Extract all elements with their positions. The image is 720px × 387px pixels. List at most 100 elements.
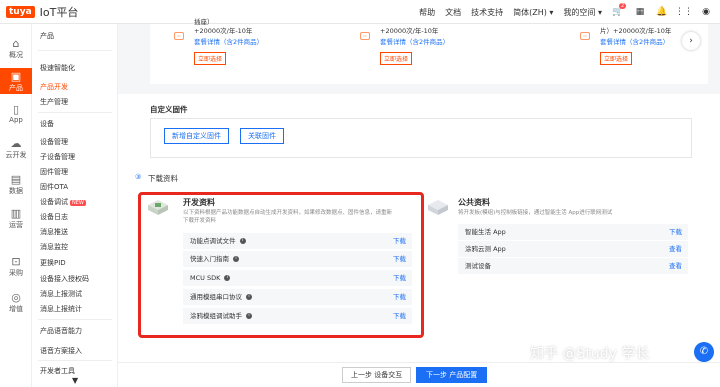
iconbar-overview[interactable]: ⌂ 概况 [0,38,32,62]
sidebar-item-push[interactable]: 消息推送 [40,227,68,237]
iconbar-app[interactable]: ▯ App [0,104,32,128]
package-card-1: ▭ 插座） +20000次/年-10年 套餐详情（含2件商品） 立即选择 [174,18,263,88]
download-link[interactable]: 下载 [393,233,406,249]
chat-support-icon[interactable]: ✆ [694,342,714,362]
dev-doc-row: 快速入门指南 i 下载 [183,251,412,267]
public-docs-title: 公共资料 [458,198,490,207]
public-docs-desc: 将开发板(模组)与控制板链接，通过智能生活 App进行联网测试 [458,210,613,216]
nav-docs[interactable]: 文档 [445,7,461,18]
iconbar-cloud[interactable]: ☁ 云开发 [0,138,32,162]
sidebar-item-device-mgmt[interactable]: 设备管理 [40,137,68,147]
chart-icon: ▤ [10,173,22,186]
sidebar-section-tools[interactable]: 开发者工具 [40,366,75,376]
dev-docs-cube-icon [148,200,168,215]
prev-step-button[interactable]: 上一步 设备交互 [342,367,412,383]
icon-bar: ⌂ 概况 ▣ 产品 ▯ App ☁ 云开发 ▤ 数据 ▥ 运营 ⊡ 采购 ◎ 增值 [0,24,32,387]
sidebar-item-production[interactable]: 生产管理 [40,97,68,107]
sidebar: 产品 极速智能化 产品开发 生产管理 设备 设备管理 子设备管理 固件管理 固件… [32,24,118,387]
language-select[interactable]: 简体(ZH) ▾ [513,7,553,18]
sidebar-section-speed[interactable]: 极速智能化 [40,63,75,73]
package-chip-icon: ▭ [360,32,370,40]
package-card-3: ▭ 片）+20000次/年-10年 套餐详情（含2件商品） 立即选择 [580,27,671,97]
sidebar-section-device[interactable]: 设备 [40,119,54,129]
top-bar: tuya IoT平台 帮助 文档 技术支持 简体(ZH) ▾ 我的空间 ▾ 🛒 2… [0,0,720,24]
link-firmware-button[interactable]: 关联固件 [240,128,284,144]
apps-icon[interactable]: ⋮⋮ [675,6,693,18]
sidebar-item-log[interactable]: 设备日志 [40,212,68,222]
iconbar-value[interactable]: ◎ 增值 [0,292,32,316]
watermark: 知乎 @Study 学长 [530,346,650,362]
cart-icon[interactable]: 🛒 2 [612,3,627,18]
download-link[interactable]: 下载 [393,308,406,324]
value-icon: ◎ [11,291,21,304]
package-detail-link[interactable]: 套餐详情（含2件商品） [600,36,671,46]
sidebar-item-voice[interactable]: 语音方案接入 [40,346,82,356]
sidebar-item-subdevice[interactable]: 子设备管理 [40,152,75,162]
info-icon[interactable]: i [246,313,252,319]
platform-title: IoT平台 [39,6,79,19]
package-chip-icon: ▭ [580,32,590,40]
info-icon[interactable]: i [239,238,246,244]
public-doc-row: 测试设备 查看 [458,258,688,274]
sidebar-product-title: 产品 [40,32,54,40]
dev-doc-row: MCU SDK i 下载 [183,270,412,286]
download-link[interactable]: 下载 [393,270,406,286]
info-icon[interactable]: i [246,294,252,300]
top-nav: 帮助 文档 技术支持 简体(ZH) ▾ 我的空间 ▾ 🛒 2 ▦ 🔔 ⋮⋮ ◉ [419,0,712,24]
product-icon: ▣ [10,70,22,83]
sidebar-item-firmware[interactable]: 固件管理 [40,167,68,177]
iconbar-product[interactable]: ▣ 产品 [0,68,32,94]
sidebar-item-debug[interactable]: 设备调试 NEW [40,197,86,207]
dev-doc-row: 通用模组串口协议 i 下载 [183,289,412,305]
nav-support[interactable]: 技术支持 [471,7,503,18]
next-arrow-icon[interactable]: › [682,32,700,50]
info-icon[interactable]: i [233,256,239,262]
download-link[interactable]: 下载 [393,251,406,267]
bell-icon[interactable]: 🔔 [656,6,668,18]
sidebar-item-monitor[interactable]: 消息监控 [40,242,68,252]
package-select-button[interactable]: 立即选择 [194,52,227,65]
sidebar-item-pid[interactable]: 更换PID [40,258,66,268]
divider [38,319,112,320]
iconbar-data[interactable]: ▤ 数据 [0,174,32,198]
package-detail-link[interactable]: 套餐详情（含2件商品） [194,36,263,46]
dev-doc-row: 涂鸦模组调试助手 i 下载 [183,308,412,324]
download-link[interactable]: 下载 [393,289,406,305]
view-link[interactable]: 查看 [669,241,682,257]
public-docs-cube-icon [428,200,448,215]
download-link[interactable]: 下载 [669,224,682,240]
sidebar-item-auth[interactable]: 设备接入授权码 [40,274,89,284]
sidebar-item-dev[interactable]: 产品开发 [40,82,68,92]
info-icon[interactable]: i [224,275,231,281]
download-title: 下载资料 [148,174,178,183]
grid-icon[interactable]: ▦ [634,6,646,18]
package-select-button[interactable]: 立即选择 [380,52,413,65]
dev-doc-row: 功能点调试文件 i 下载 [183,233,412,249]
divider [38,112,112,113]
custom-firmware-box [150,118,692,158]
dev-docs-title: 开发资料 [183,198,215,207]
sidebar-item-report-test[interactable]: 消息上报测试 [40,289,82,299]
iconbar-ops[interactable]: ▥ 运营 [0,208,32,232]
logo[interactable]: tuya IoT平台 [6,4,78,20]
iconbar-purchase[interactable]: ⊡ 采购 [0,256,32,280]
sidebar-section-voice[interactable]: 产品语音能力 [40,326,82,336]
scroll-down-icon[interactable]: ▼ [72,376,78,385]
sidebar-item-ota[interactable]: 固件OTA [40,182,68,192]
nav-help[interactable]: 帮助 [419,7,435,18]
dev-docs-desc: 以下资料根据产品功能数据点自动生成开发资料，如果修改数据点、固件信息，请重新 下… [183,210,393,224]
next-step-button[interactable]: 下一步 产品配置 [416,367,488,383]
package-select-button[interactable]: 立即选择 [600,52,633,65]
cart-badge: 2 [619,3,627,9]
add-custom-firmware-button[interactable]: 新增自定义固件 [164,128,229,144]
sidebar-item-report-stats[interactable]: 消息上报统计 [40,304,82,314]
avatar-icon[interactable]: ◉ [700,6,712,18]
my-space-menu[interactable]: 我的空间 ▾ [563,7,602,18]
package-chip-icon: ▭ [174,32,184,40]
package-detail-link[interactable]: 套餐详情（含2件商品） [380,36,449,46]
package-card-2: ▭ +20000次/年-10年 套餐详情（含2件商品） 立即选择 [360,27,449,97]
view-link[interactable]: 查看 [669,258,682,274]
step-number: ③ [135,173,142,181]
custom-firmware-title: 自定义固件 [150,105,188,114]
new-badge: NEW [70,200,86,206]
